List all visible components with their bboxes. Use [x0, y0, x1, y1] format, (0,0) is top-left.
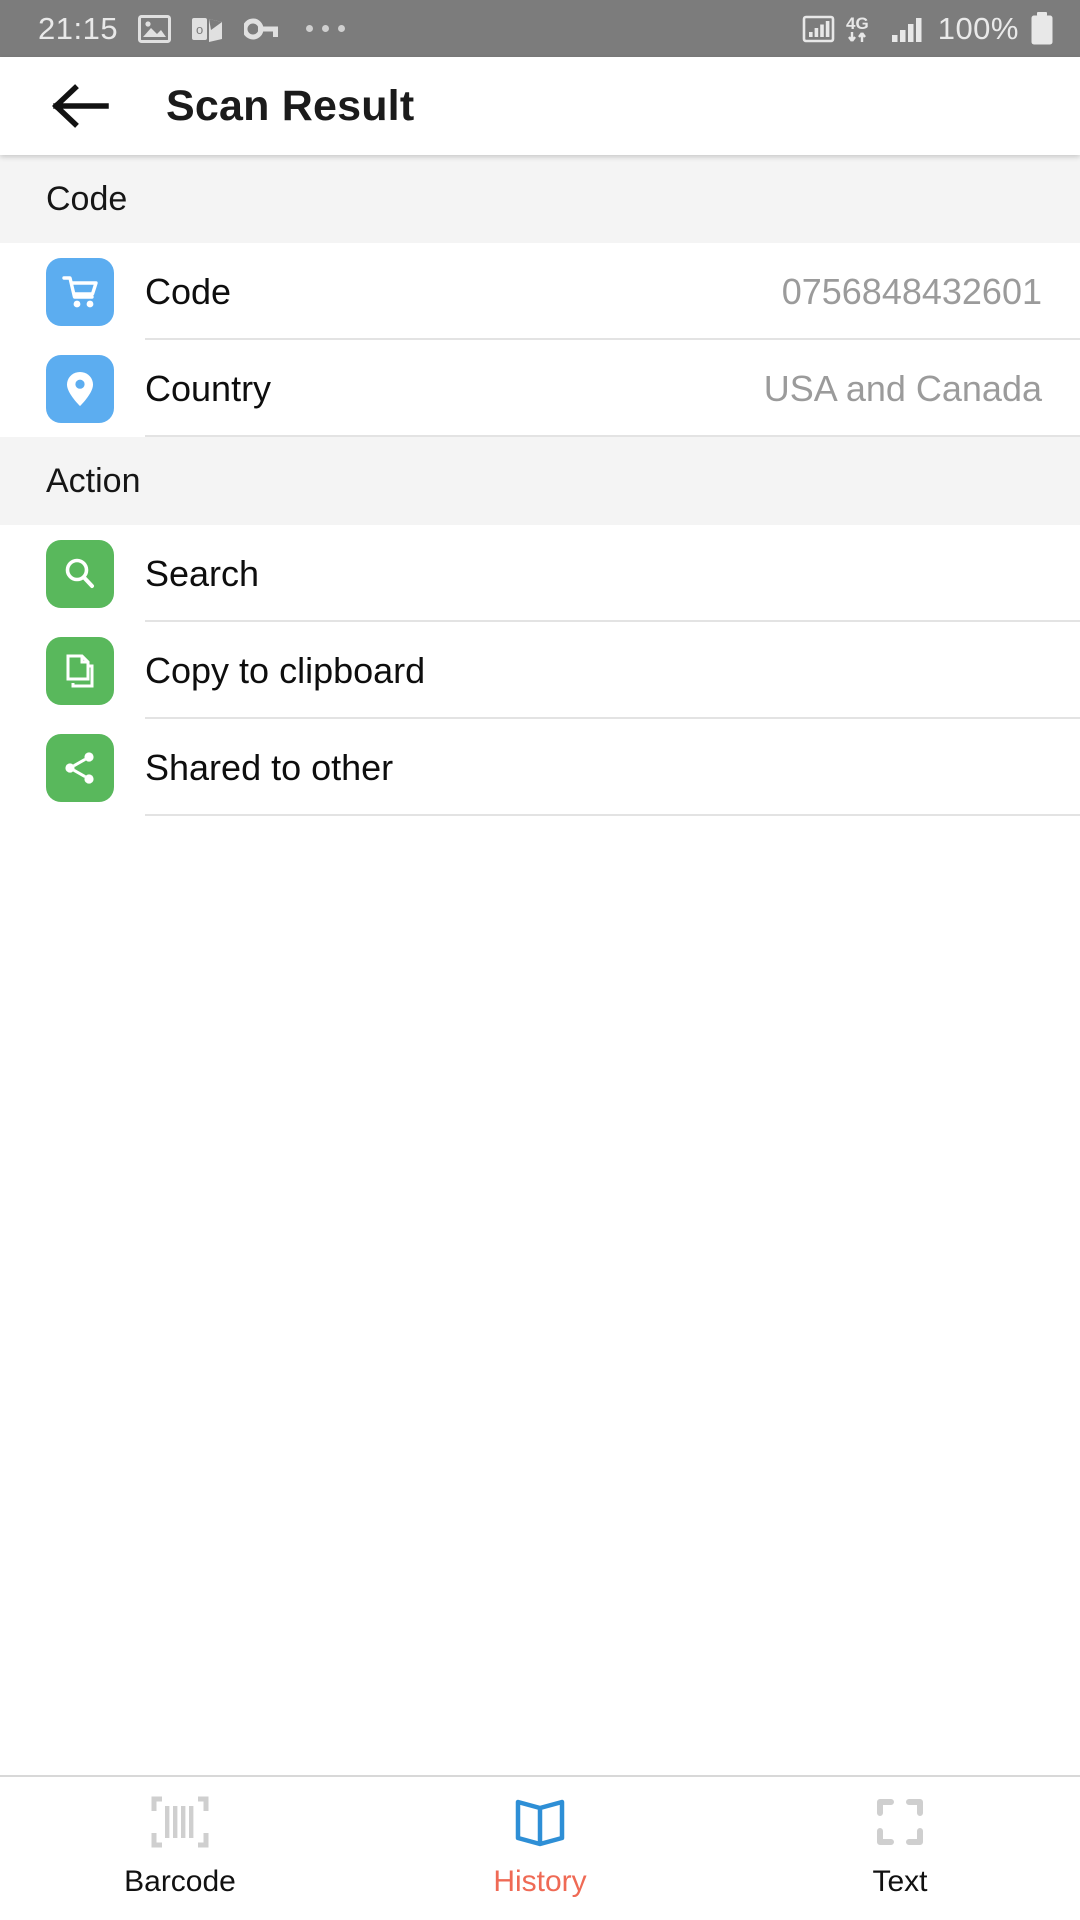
row-shared-body: Shared to other — [145, 719, 1080, 816]
back-arrow-icon — [52, 84, 109, 128]
search-icon — [46, 539, 114, 608]
back-button[interactable] — [46, 71, 116, 141]
row-copy-to-clipboard[interactable]: Copy to clipboard — [0, 622, 1080, 719]
nav-label-text: Text — [872, 1865, 928, 1898]
row-copy-body: Copy to clipboard — [145, 622, 1080, 719]
overflow-dots-icon — [306, 25, 346, 32]
row-copy-label: Copy to clipboard — [145, 649, 426, 691]
barcode-icon — [149, 1793, 211, 1851]
app-bar: Scan Result — [0, 57, 1080, 155]
open-book-icon — [510, 1793, 570, 1851]
signal-bars-icon — [891, 15, 927, 43]
row-country[interactable]: Country USA and Canada — [0, 340, 1080, 437]
row-search[interactable]: Search — [0, 525, 1080, 622]
key-icon — [244, 17, 280, 41]
row-code-body: Code 0756848432601 — [145, 243, 1080, 340]
app-screen: 21:15 o 4G 100% Scan Result Code Code 07… — [0, 0, 1080, 1920]
row-code[interactable]: Code 0756848432601 — [0, 243, 1080, 340]
row-code-value: 0756848432601 — [781, 270, 1042, 312]
signal-box-icon — [802, 14, 835, 44]
section-header-action: Action — [0, 437, 1080, 525]
battery-percent: 100% — [937, 11, 1019, 46]
image-icon — [138, 14, 172, 43]
svg-text:4G: 4G — [846, 14, 869, 33]
status-bar: 21:15 o 4G 100% — [0, 0, 1080, 57]
row-search-label: Search — [145, 552, 260, 594]
row-country-label: Country — [145, 367, 272, 409]
outlook-icon: o — [191, 15, 224, 43]
row-shared-to-other[interactable]: Shared to other — [0, 719, 1080, 816]
location-pin-icon — [46, 354, 114, 423]
row-country-body: Country USA and Canada — [145, 340, 1080, 437]
page-title: Scan Result — [166, 81, 415, 130]
status-bar-right: 4G 100% — [802, 11, 1054, 46]
nav-label-barcode: Barcode — [124, 1865, 236, 1898]
network-4g-icon: 4G — [846, 13, 880, 45]
svg-text:o: o — [196, 22, 203, 37]
section-header-action-label: Action — [46, 461, 141, 500]
section-header-code-label: Code — [46, 179, 128, 218]
status-bar-left: 21:15 o — [38, 11, 346, 46]
nav-label-history: History — [493, 1865, 587, 1898]
nav-item-text[interactable]: Text — [720, 1777, 1080, 1920]
row-country-value: USA and Canada — [763, 367, 1042, 409]
scan-frame-icon — [871, 1793, 929, 1851]
nav-item-barcode[interactable]: Barcode — [0, 1777, 360, 1920]
copy-icon — [46, 636, 114, 705]
bottom-navigation: Barcode History Text — [0, 1775, 1080, 1920]
scan-result-content: Code Code 0756848432601 Country USA and … — [0, 155, 1080, 1775]
status-bar-clock: 21:15 — [38, 11, 119, 46]
nav-item-history[interactable]: History — [360, 1777, 720, 1920]
share-icon — [46, 733, 114, 802]
row-shared-label: Shared to other — [145, 746, 394, 788]
shopping-cart-icon — [46, 257, 114, 326]
row-code-label: Code — [145, 270, 232, 312]
row-search-body: Search — [145, 525, 1080, 622]
battery-icon — [1030, 11, 1054, 46]
section-header-code: Code — [0, 155, 1080, 243]
